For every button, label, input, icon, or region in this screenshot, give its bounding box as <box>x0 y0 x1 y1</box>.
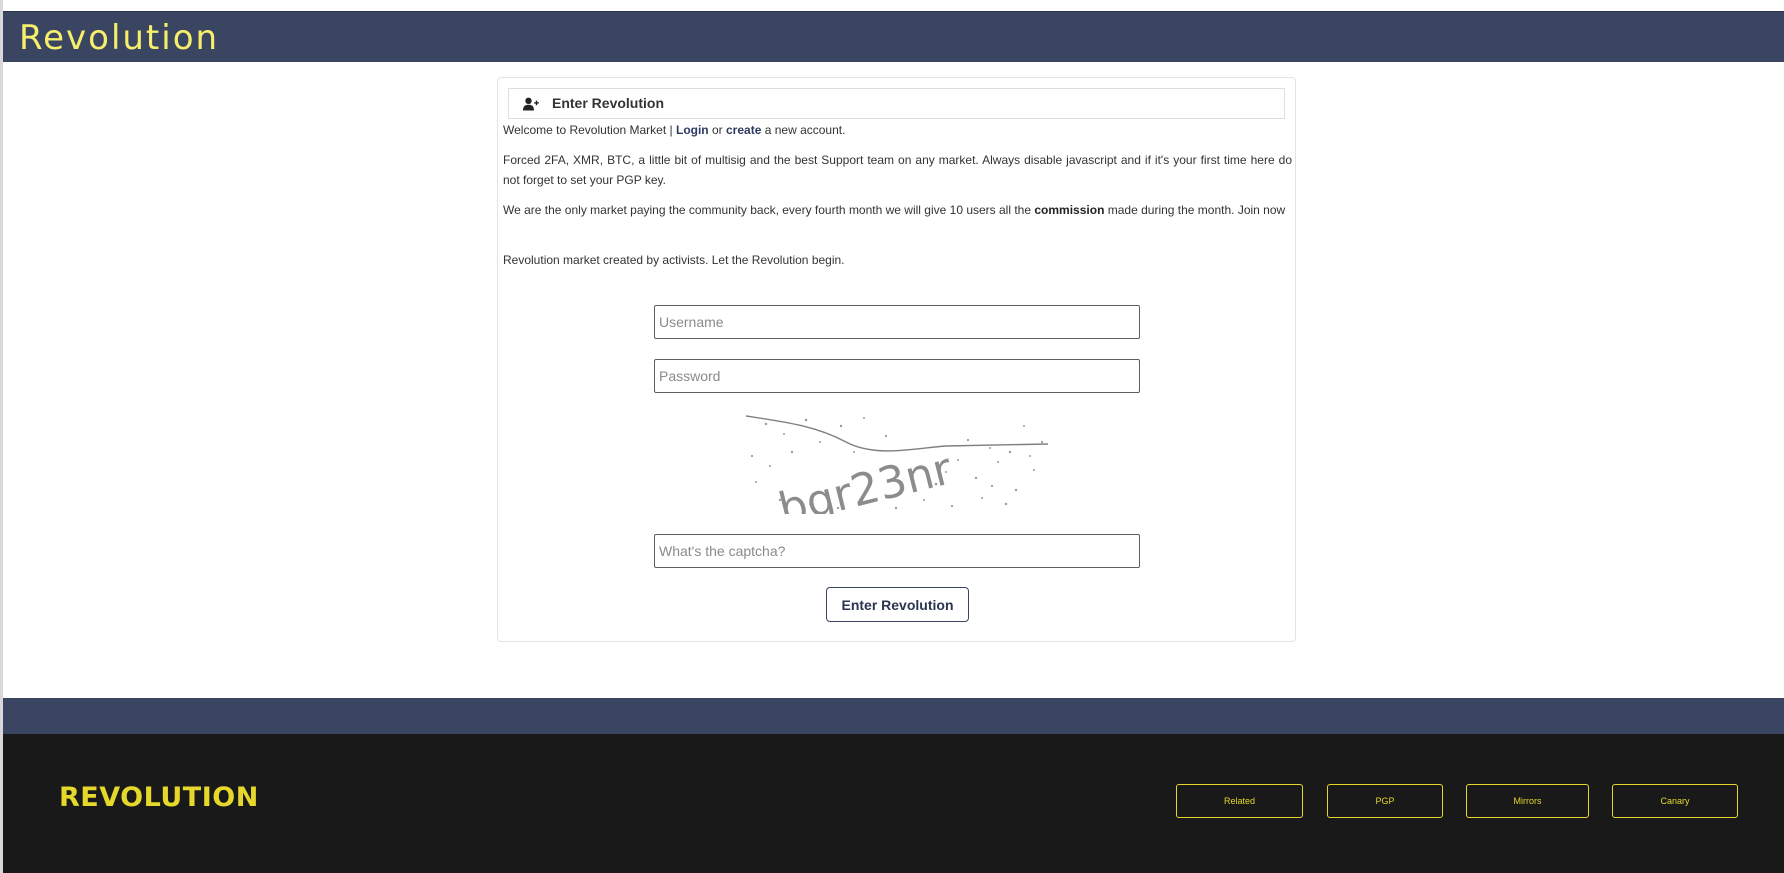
enter-revolution-button[interactable]: Enter Revolution <box>826 587 969 622</box>
create-account-link[interactable]: create <box>726 123 761 137</box>
login-panel: Enter Revolution Welcome to Revolution M… <box>497 77 1296 642</box>
activists-paragraph: Revolution market created by activists. … <box>503 253 845 267</box>
password-input[interactable] <box>654 359 1140 393</box>
user-plus-icon <box>523 97 539 111</box>
commission-paragraph: We are the only market paying the commun… <box>503 203 1286 217</box>
captcha-input[interactable] <box>654 534 1140 568</box>
footer: REVOLUTION Related PGP Mirrors Canary <box>3 734 1784 873</box>
commission-highlight: commission <box>1034 203 1105 217</box>
canary-button[interactable]: Canary <box>1612 784 1738 818</box>
related-button[interactable]: Related <box>1176 784 1303 818</box>
login-link[interactable]: Login <box>676 123 709 137</box>
footer-divider-strip <box>3 698 1784 734</box>
username-input[interactable] <box>654 305 1140 339</box>
intro-text: Welcome to Revolution Market | Login or … <box>503 123 846 137</box>
top-navbar: Revolution <box>3 11 1784 62</box>
footer-logo: REVOLUTION <box>59 782 259 813</box>
features-paragraph: Forced 2FA, XMR, BTC, a little bit of mu… <box>503 153 1292 187</box>
panel-title: Enter Revolution <box>552 95 665 111</box>
brand-title[interactable]: Revolution <box>19 18 219 58</box>
pgp-button[interactable]: PGP <box>1327 784 1443 818</box>
panel-header: Enter Revolution <box>508 88 1285 119</box>
captcha-image: bgr23nr <box>746 412 1048 514</box>
mirrors-button[interactable]: Mirrors <box>1466 784 1589 818</box>
